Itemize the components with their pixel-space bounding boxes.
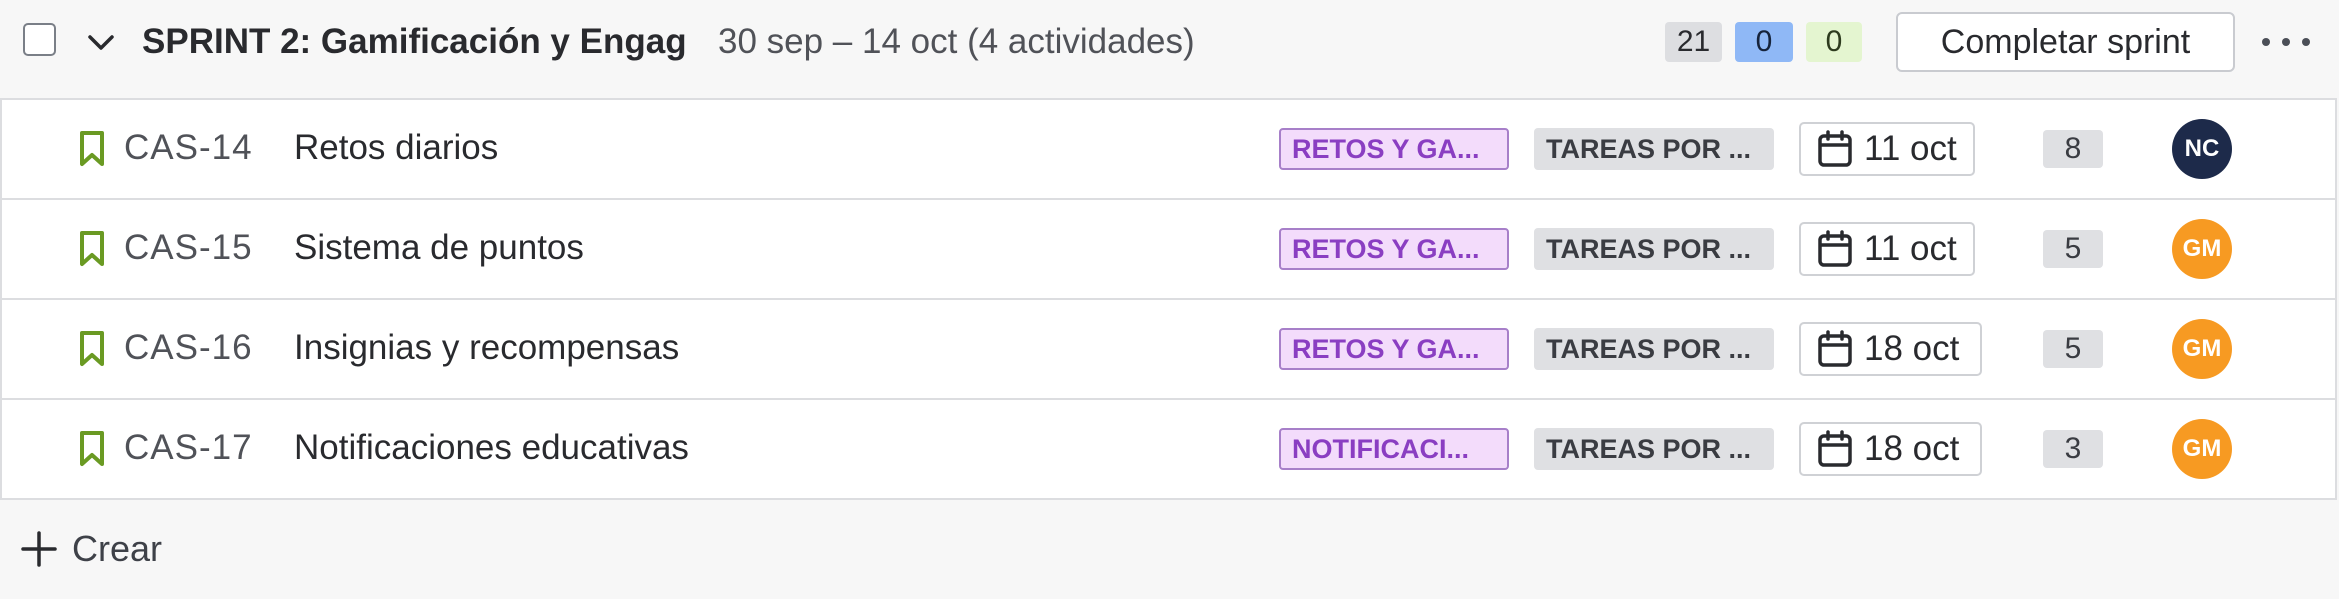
due-date-field[interactable]: 11 oct: [1799, 222, 1975, 276]
done-points-badge: 0: [1806, 22, 1862, 62]
assignee-avatar[interactable]: NC: [2172, 119, 2232, 179]
issue-row[interactable]: CAS-14 Retos diarios RETOS Y GA... TAREA…: [2, 100, 2337, 200]
issue-key[interactable]: CAS-14: [124, 128, 253, 168]
story-points-badge[interactable]: 5: [2043, 230, 2103, 268]
bookmark-icon: [80, 131, 104, 166]
create-issue-button[interactable]: Crear: [20, 528, 162, 570]
sprint-dates: 30 sep – 14 oct (4 actividades): [718, 22, 1195, 61]
due-date-field[interactable]: 11 oct: [1799, 122, 1975, 176]
issue-summary[interactable]: Notificaciones educativas: [294, 428, 689, 468]
issue-key[interactable]: CAS-15: [124, 228, 253, 268]
due-date-field[interactable]: 18 oct: [1799, 322, 1982, 376]
sprint-title: SPRINT 2: Gamificación y Engag: [142, 22, 687, 61]
issue-summary[interactable]: Insignias y recompensas: [294, 328, 679, 368]
issue-summary[interactable]: Retos diarios: [294, 128, 498, 168]
todo-points-badge: 21: [1665, 22, 1722, 62]
calendar-icon: [1818, 130, 1852, 167]
issue-key[interactable]: CAS-16: [124, 328, 253, 368]
plus-icon: [21, 531, 57, 567]
story-points-badge[interactable]: 8: [2043, 130, 2103, 168]
complete-sprint-button[interactable]: Completar sprint: [1896, 12, 2235, 72]
in-progress-points-badge: 0: [1735, 22, 1793, 62]
issue-row[interactable]: CAS-15 Sistema de puntos RETOS Y GA... T…: [2, 200, 2337, 300]
bookmark-icon: [80, 331, 104, 366]
status-lozenge[interactable]: TAREAS POR ...: [1534, 228, 1774, 270]
due-date-value: 18 oct: [1864, 329, 1960, 368]
epic-lozenge[interactable]: RETOS Y GA...: [1279, 328, 1509, 370]
assignee-avatar[interactable]: GM: [2172, 219, 2232, 279]
more-actions-icon[interactable]: [2262, 28, 2310, 56]
status-lozenge[interactable]: TAREAS POR ...: [1534, 128, 1774, 170]
sprint-header: SPRINT 2: Gamificación y Engag 30 sep – …: [0, 0, 2339, 85]
due-date-value: 11 oct: [1864, 129, 1957, 168]
issue-row[interactable]: CAS-17 Notificaciones educativas NOTIFIC…: [2, 400, 2337, 500]
assignee-avatar[interactable]: GM: [2172, 319, 2232, 379]
epic-lozenge[interactable]: NOTIFICACI...: [1279, 428, 1509, 470]
calendar-icon: [1818, 330, 1852, 367]
assignee-avatar[interactable]: GM: [2172, 419, 2232, 479]
status-lozenge[interactable]: TAREAS POR ...: [1534, 428, 1774, 470]
issue-key[interactable]: CAS-17: [124, 428, 253, 468]
bookmark-icon: [80, 431, 104, 466]
sprint-select-checkbox[interactable]: [23, 23, 56, 56]
status-lozenge[interactable]: TAREAS POR ...: [1534, 328, 1774, 370]
bookmark-icon: [80, 231, 104, 266]
chevron-down-icon[interactable]: [84, 30, 118, 56]
epic-lozenge[interactable]: RETOS Y GA...: [1279, 228, 1509, 270]
issue-list: CAS-14 Retos diarios RETOS Y GA... TAREA…: [0, 98, 2337, 500]
calendar-icon: [1818, 230, 1852, 267]
issue-summary[interactable]: Sistema de puntos: [294, 228, 584, 268]
story-points-badge[interactable]: 5: [2043, 330, 2103, 368]
due-date-value: 18 oct: [1864, 429, 1960, 468]
create-label: Crear: [72, 528, 163, 569]
issue-row[interactable]: CAS-16 Insignias y recompensas RETOS Y G…: [2, 300, 2337, 400]
due-date-field[interactable]: 18 oct: [1799, 422, 1982, 476]
epic-lozenge[interactable]: RETOS Y GA...: [1279, 128, 1509, 170]
story-points-badge[interactable]: 3: [2043, 430, 2103, 468]
calendar-icon: [1818, 430, 1852, 467]
due-date-value: 11 oct: [1864, 229, 1957, 268]
